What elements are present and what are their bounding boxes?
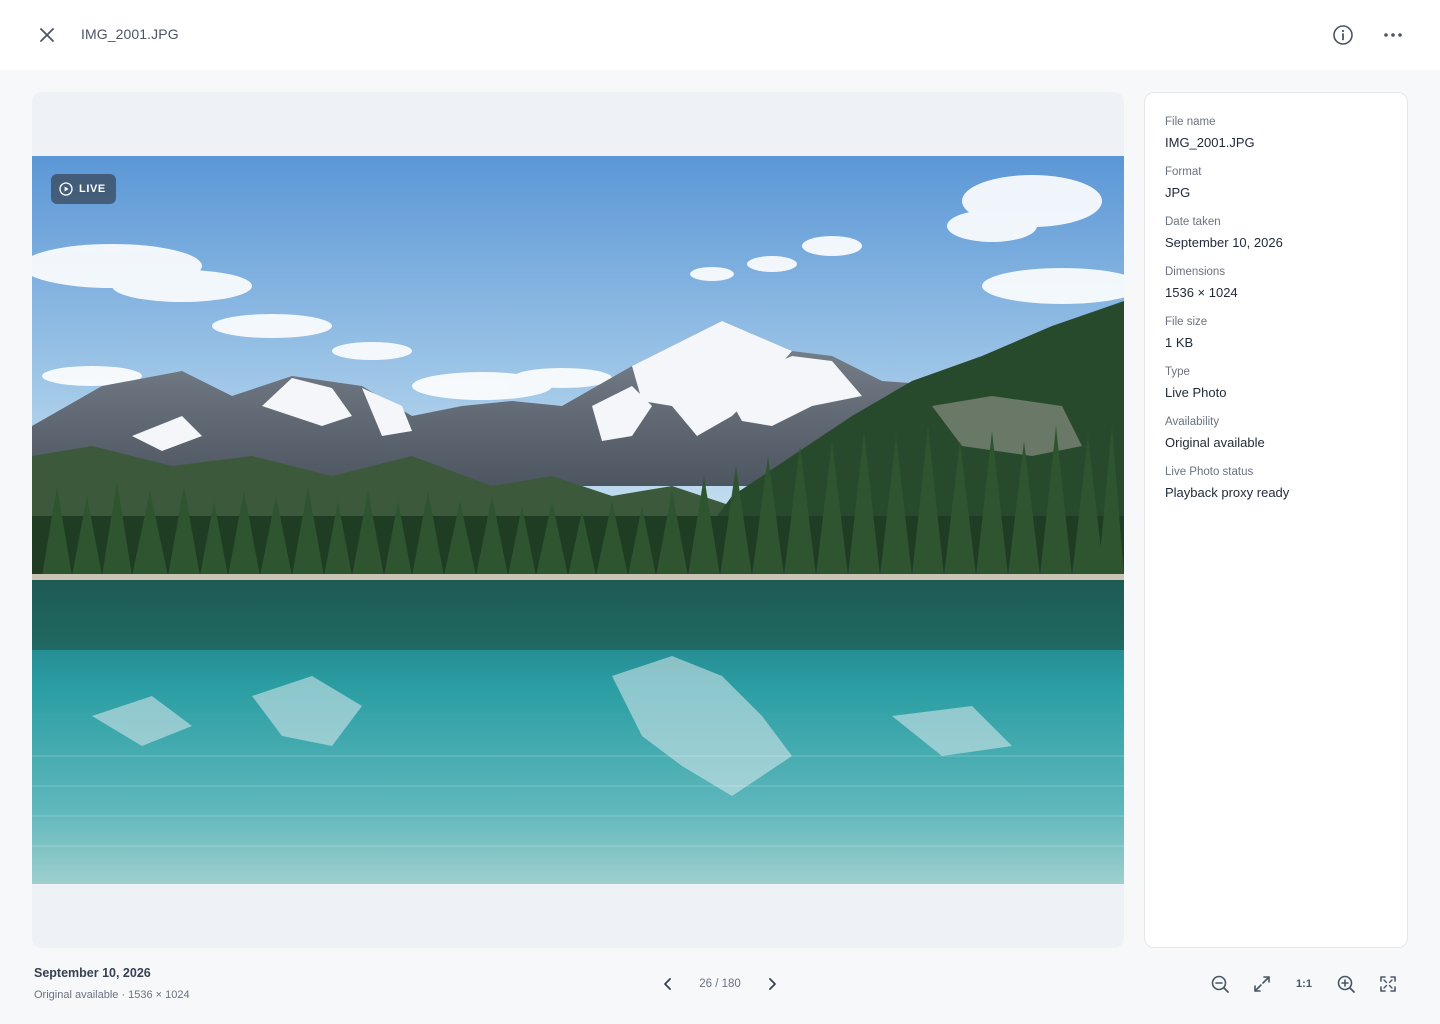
field-label: File name	[1165, 116, 1216, 128]
close-icon	[40, 28, 54, 42]
viewer-toolbar: 1:1	[1204, 967, 1404, 1001]
info-field-live-photo-status: Live Photo status Playback proxy ready	[1165, 465, 1387, 501]
actual-size-button[interactable]: 1:1	[1288, 968, 1320, 1000]
more-horizontal-icon	[1384, 33, 1402, 37]
field-label: Live Photo status	[1165, 466, 1254, 478]
field-label: Dimensions	[1165, 266, 1226, 278]
actual-size-label: 1:1	[1296, 978, 1312, 990]
field-label: Availability	[1165, 416, 1220, 428]
zoom-out-button[interactable]	[1204, 968, 1236, 1000]
info-field-date-taken: Date taken September 10, 2026	[1165, 215, 1387, 251]
close-button[interactable]	[31, 19, 63, 51]
photo-image[interactable]: LIVE	[32, 156, 1124, 884]
zoom-in-icon	[1337, 975, 1355, 993]
zoom-out-icon	[1211, 975, 1229, 993]
info-icon	[1333, 25, 1353, 45]
live-badge-label: LIVE	[79, 183, 106, 195]
field-value: Playback proxy ready	[1165, 485, 1290, 500]
fit-to-screen-button[interactable]	[1246, 968, 1278, 1000]
field-value: 1536 × 1024	[1165, 285, 1238, 300]
live-photo-badge[interactable]: LIVE	[51, 174, 116, 204]
top-bar: IMG_2001.JPG	[0, 0, 1440, 70]
chevron-left-icon	[664, 978, 671, 990]
photo-date: September 10, 2026	[34, 966, 151, 980]
info-panel: File name IMG_2001.JPG Format JPG Date t…	[1144, 92, 1408, 948]
photo-meta-subtitle: Original available · 1536 × 1024	[34, 989, 190, 1001]
field-label: Format	[1165, 166, 1202, 178]
field-value: 1 KB	[1165, 335, 1194, 350]
photo-viewer[interactable]: LIVE	[32, 92, 1124, 948]
fullscreen-button[interactable]	[1372, 968, 1404, 1000]
field-label: Type	[1165, 366, 1190, 378]
zoom-in-button[interactable]	[1330, 968, 1362, 1000]
more-options-button[interactable]	[1377, 19, 1409, 51]
info-field-availability: Availability Original available	[1165, 415, 1387, 451]
info-field-file-size: File size 1 KB	[1165, 315, 1387, 351]
info-field-file-name: File name IMG_2001.JPG	[1165, 115, 1387, 151]
fullscreen-icon	[1380, 976, 1396, 992]
field-label: Date taken	[1165, 216, 1221, 228]
field-value: IMG_2001.JPG	[1165, 135, 1255, 150]
photo-pager: 26 / 180	[654, 971, 786, 997]
info-button[interactable]	[1327, 19, 1359, 51]
field-value: Original available	[1165, 435, 1265, 450]
field-label: File size	[1165, 316, 1208, 328]
field-value: Live Photo	[1165, 385, 1227, 400]
play-circle-icon	[59, 182, 73, 196]
field-value: September 10, 2026	[1165, 235, 1283, 250]
previous-photo-button[interactable]	[654, 971, 682, 997]
info-field-type: Type Live Photo	[1165, 365, 1387, 401]
photo-counter: 26 / 180	[699, 978, 741, 990]
field-value: JPG	[1165, 185, 1191, 200]
info-field-format: Format JPG	[1165, 165, 1387, 201]
chevron-right-icon	[769, 978, 776, 990]
expand-diagonal-icon	[1254, 976, 1270, 992]
next-photo-button[interactable]	[758, 971, 786, 997]
file-title: IMG_2001.JPG	[81, 26, 179, 42]
info-field-dimensions: Dimensions 1536 × 1024	[1165, 265, 1387, 301]
